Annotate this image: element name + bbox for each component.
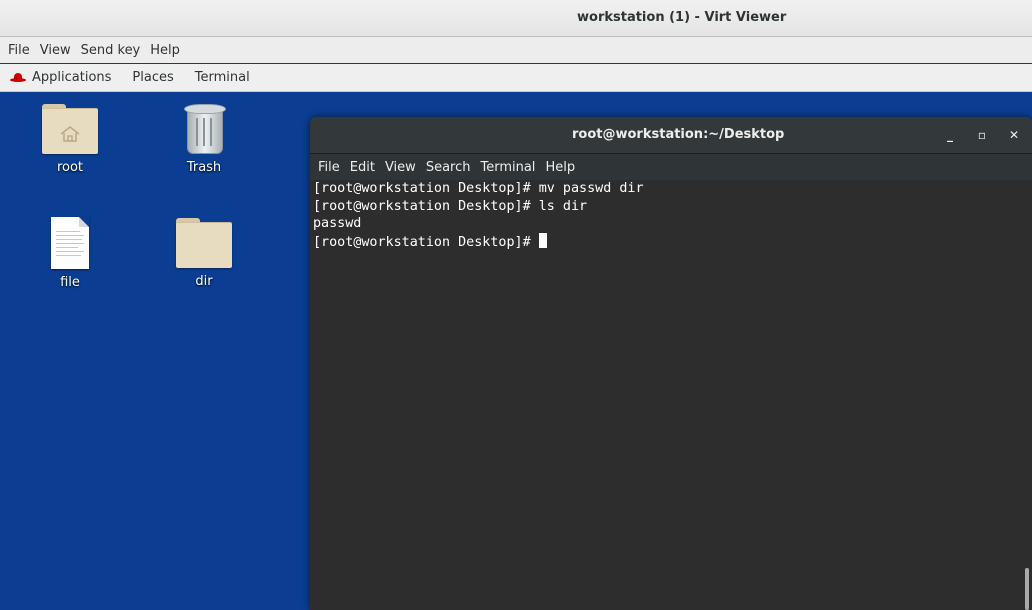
redhat-icon[interactable]	[10, 72, 26, 83]
viewer-menu-send-key[interactable]: Send key	[81, 43, 141, 58]
terminal-menu-view[interactable]: View	[385, 160, 416, 175]
viewer-title: workstation (1) - Virt Viewer	[577, 10, 787, 25]
viewer-menu-help[interactable]: Help	[150, 43, 180, 58]
viewer-menu-view[interactable]: View	[40, 43, 71, 58]
scrollbar-thumb[interactable]	[1025, 568, 1029, 610]
panel-terminal-menu[interactable]: Terminal	[195, 70, 250, 85]
minimize-button[interactable]: _	[942, 127, 958, 143]
terminal-menu-help[interactable]: Help	[545, 160, 575, 175]
terminal-prompt-line: [root@workstation Desktop]#	[310, 232, 1020, 251]
desktop-icon-dir[interactable]: dir	[169, 218, 239, 289]
terminal-line: passwd	[313, 216, 362, 231]
folder-icon	[176, 218, 232, 268]
terminal-scrollbar[interactable]	[1020, 180, 1032, 610]
terminal-line: [root@workstation Desktop]# ls dir	[313, 198, 588, 214]
desktop-icon-label: dir	[195, 274, 213, 289]
close-button[interactable]: ✕	[1006, 127, 1022, 143]
desktop-icon-root[interactable]: root	[35, 104, 105, 175]
terminal-title: root@workstation:~/Desktop	[572, 127, 785, 142]
desktop-icon-label: Trash	[186, 160, 222, 175]
text-file-icon	[51, 217, 89, 269]
terminal-window[interactable]: root@workstation:~/Desktop _ ▫ ✕ File Ed…	[310, 117, 1032, 610]
gnome-top-panel: Applications Places Terminal	[0, 64, 1032, 92]
trash-icon	[184, 104, 226, 154]
terminal-menu-terminal[interactable]: Terminal	[480, 160, 535, 175]
terminal-titlebar[interactable]: root@workstation:~/Desktop _ ▫ ✕	[310, 117, 1032, 154]
panel-places-menu[interactable]: Places	[132, 70, 173, 85]
terminal-prompt: [root@workstation Desktop]#	[313, 234, 539, 250]
viewer-menu-file[interactable]: File	[8, 43, 30, 58]
terminal-cursor	[538, 232, 547, 248]
desktop-icon-label: root	[56, 160, 84, 175]
terminal-menu-search[interactable]: Search	[426, 160, 471, 175]
home-folder-icon	[42, 104, 98, 154]
terminal-line: [root@workstation Desktop]# mv passwd di…	[313, 181, 644, 196]
desktop-icon-trash[interactable]: Trash	[169, 104, 239, 175]
maximize-button[interactable]: ▫	[974, 127, 990, 143]
terminal-menubar: File Edit View Search Terminal Help	[310, 154, 1032, 180]
viewer-menubar: File View Send key Help	[0, 37, 1032, 63]
terminal-output[interactable]: [root@workstation Desktop]# mv passwd di…	[310, 180, 1020, 610]
terminal-menu-edit[interactable]: Edit	[350, 160, 375, 175]
viewer-titlebar: workstation (1) - Virt Viewer	[0, 0, 1032, 37]
panel-applications-menu[interactable]: Applications	[32, 70, 111, 85]
desktop-icon-label: file	[60, 275, 80, 290]
desktop-icon-file[interactable]: file	[35, 217, 105, 290]
terminal-menu-file[interactable]: File	[318, 160, 340, 175]
